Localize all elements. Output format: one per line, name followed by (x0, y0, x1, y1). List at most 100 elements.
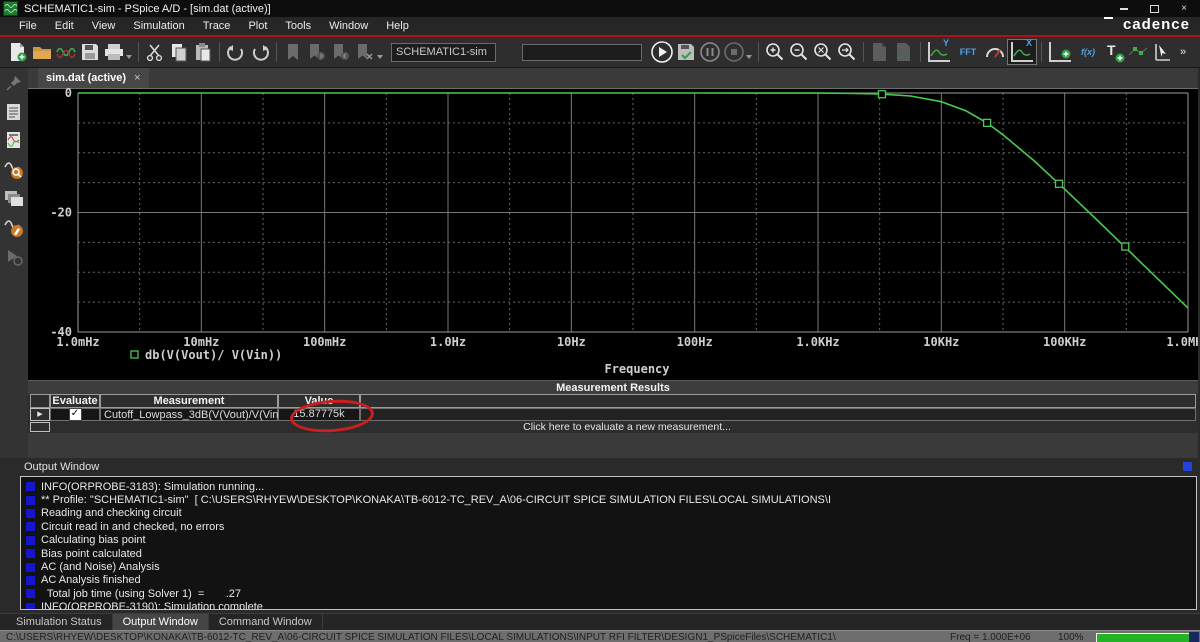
save-file-button[interactable] (78, 40, 102, 64)
simulation-profile-value: SCHEMATIC1-sim (396, 46, 487, 58)
measurement-results-panel: Measurement Results Evaluate Measurement… (28, 380, 1198, 458)
view-trace-icon[interactable] (3, 159, 25, 181)
log-text: Circuit read in and checked, no errors (41, 521, 224, 533)
toolbar-overflow-button[interactable]: » (1174, 40, 1192, 64)
zoom-in-button[interactable] (763, 40, 787, 64)
menu-trace[interactable]: Trace (194, 18, 240, 34)
document-tab-strip: sim.dat (active) × (28, 68, 1198, 89)
zoom-out-button[interactable] (787, 40, 811, 64)
run-demo-icon[interactable] (3, 246, 25, 268)
print-dropdown-icon[interactable] (126, 55, 132, 59)
copy-plot-data-button[interactable] (892, 40, 916, 64)
menu-window[interactable]: Window (320, 18, 377, 34)
tab-label: sim.dat (active) (46, 72, 126, 84)
x-tick-label: 1.0Hz (430, 335, 466, 349)
pause-simulation-button[interactable] (698, 40, 722, 64)
simulation-profile-combo[interactable]: SCHEMATIC1-sim (391, 43, 496, 62)
menu-tools[interactable]: Tools (276, 18, 320, 34)
view-simulation-output-icon[interactable] (3, 130, 25, 152)
copy-plot-button[interactable] (868, 40, 892, 64)
bottom-tab-output-window[interactable]: Output Window (113, 614, 209, 630)
pin-icon[interactable] (3, 72, 25, 94)
menu-edit[interactable]: Edit (46, 18, 83, 34)
add-text-button[interactable]: T (1102, 40, 1126, 64)
measurement-panel-filler (28, 433, 1198, 458)
status-frequency: Freq = 1.000E+06 (950, 632, 1031, 642)
dock-icon[interactable] (1183, 462, 1192, 471)
toolbar-separator (219, 42, 220, 62)
log-bullet-icon (26, 496, 35, 505)
new-measurement-hint[interactable]: Click here to evaluate a new measurement… (58, 422, 1196, 433)
cut-button[interactable] (143, 40, 167, 64)
redo-button[interactable] (248, 40, 272, 64)
view-simulation-results-button[interactable] (54, 40, 78, 64)
bode-plot[interactable]: 0-20-401.0mHz10mHz100mHz1.0Hz10Hz100Hz1.… (28, 88, 1198, 380)
cursor-toggle-button[interactable] (1150, 40, 1174, 64)
bookmark-delete-button[interactable] (353, 40, 377, 64)
legend-label[interactable]: db(V(Vout)/ V(Vin)) (145, 348, 282, 362)
x-tick-label: 100Hz (677, 335, 713, 349)
save-simulation-button[interactable] (674, 40, 698, 64)
add-plot-button[interactable] (1046, 40, 1074, 64)
open-file-button[interactable] (30, 40, 54, 64)
restore-button[interactable] (1146, 2, 1162, 15)
log-x-axis-button[interactable]: X (1007, 39, 1037, 65)
output-log[interactable]: INFO(ORPROBE-3183): Simulation running..… (20, 476, 1197, 610)
paste-button[interactable] (191, 40, 215, 64)
log-text: AC Analysis finished (41, 574, 141, 586)
row-selector[interactable]: ▶ (30, 408, 50, 421)
log-text: INFO(ORPROBE-3190): Simulation complete (41, 601, 263, 610)
tab-sim-dat[interactable]: sim.dat (active) × (38, 68, 149, 88)
new-file-button[interactable] (6, 40, 30, 64)
close-button[interactable]: × (1176, 2, 1192, 15)
x-tick-label: 1.0mHz (56, 335, 99, 349)
new-row-selector[interactable] (30, 422, 50, 432)
log-y-axis-button[interactable]: Y (925, 40, 953, 64)
edit-simulation-profile-icon[interactable] (3, 217, 25, 239)
evaluate-checkbox[interactable]: ✓ (69, 408, 82, 421)
menu-simulation[interactable]: Simulation (124, 18, 193, 34)
bookmark-button[interactable] (281, 40, 305, 64)
legend-marker-icon[interactable] (131, 351, 138, 358)
trace-marker (1122, 243, 1129, 250)
status-bar: C:\USERS\RHYEW\DESKTOP\KONAKA\TB-6012-TC… (0, 630, 1200, 642)
bottom-tabs: Simulation StatusOutput WindowCommand Wi… (6, 614, 323, 630)
measurement-cell[interactable]: Cutoff_Lowpass_3dB(V(Vout)/V(Vin)) (100, 408, 278, 421)
trace-db-vout-vin[interactable] (78, 93, 1188, 308)
performance-analysis-button[interactable] (983, 40, 1007, 64)
zoom-area-button[interactable] (835, 40, 859, 64)
minimize-button[interactable] (1116, 2, 1132, 15)
simulation-progress-field (522, 44, 642, 61)
undo-button[interactable] (224, 40, 248, 64)
menu-view[interactable]: View (83, 18, 125, 34)
log-text: INFO(ORPROBE-3183): Simulation running..… (41, 481, 264, 493)
bottom-tab-simulation-status[interactable]: Simulation Status (6, 614, 113, 630)
run-simulation-button[interactable] (650, 40, 674, 64)
log-bullet-icon (26, 536, 35, 545)
log-bullet-icon (26, 576, 35, 585)
status-progress-bar (1096, 633, 1192, 642)
stop-simulation-button[interactable] (722, 40, 746, 64)
tab-close-icon[interactable]: × (134, 72, 140, 84)
menu-plot[interactable]: Plot (239, 18, 276, 34)
zoom-fit-button[interactable] (811, 40, 835, 64)
output-log-line: INFO(ORPROBE-3183): Simulation running..… (21, 480, 1196, 493)
x-axis-title: Frequency (604, 362, 669, 376)
window-display-icon[interactable] (3, 188, 25, 210)
log-text: ** Profile: "SCHEMATIC1-sim" [ C:\USERS\… (41, 494, 831, 506)
simulation-queue-icon[interactable] (3, 101, 25, 123)
run-dropdown-icon[interactable] (746, 55, 752, 59)
bookmark-previous-button[interactable] (329, 40, 353, 64)
bookmark-dropdown-icon[interactable] (377, 55, 383, 59)
mark-data-points-button[interactable] (1126, 40, 1150, 64)
print-button[interactable] (102, 40, 126, 64)
bottom-tab-command-window[interactable]: Command Window (209, 614, 323, 630)
bookmark-next-button[interactable] (305, 40, 329, 64)
menu-help[interactable]: Help (377, 18, 418, 34)
fft-button[interactable]: FFT (953, 40, 983, 64)
x-tick-label: 1.0MHz (1166, 335, 1198, 349)
menu-file[interactable]: File (10, 18, 46, 34)
eval-measurement-button[interactable]: f(x) (1074, 40, 1102, 64)
toolbar-separator (758, 42, 759, 62)
copy-button[interactable] (167, 40, 191, 64)
